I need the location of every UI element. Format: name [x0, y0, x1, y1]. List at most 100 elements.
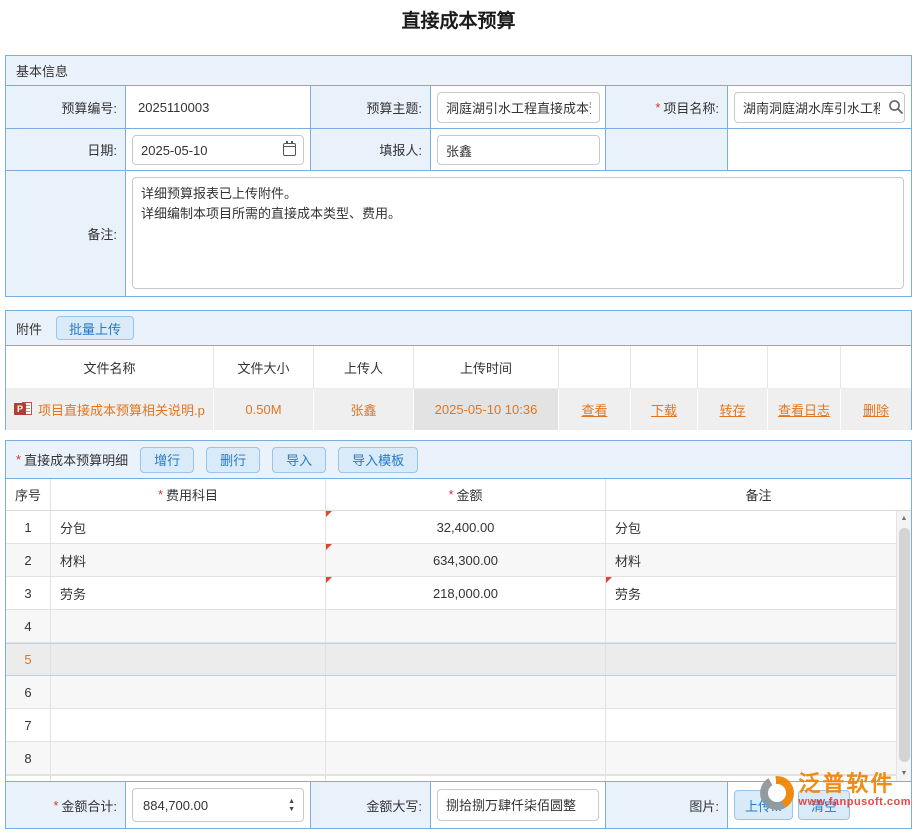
- col-remark: 备注: [606, 479, 911, 510]
- budget-no-value: 2025110003: [126, 86, 311, 128]
- attachments-panel: 附件 批量上传 文件名称 文件大小 上传人 上传时间 P 项目直接成本预算相关说…: [5, 310, 912, 430]
- table-row[interactable]: 1 分包 32,400.00 分包: [6, 511, 896, 544]
- basic-info-section-title: 基本信息: [16, 61, 68, 80]
- stepper-up-icon[interactable]: ▲: [288, 798, 295, 805]
- required-asterisk: *: [16, 452, 21, 467]
- table-row[interactable]: 3 劳务 218,000.00 劳务: [6, 577, 896, 610]
- vendor-brand: 泛普软件: [798, 772, 911, 796]
- basic-row-2: 日期: 填报人:: [6, 129, 911, 171]
- basic-row-remark: 备注: 详细预算报表已上传附件。 详细编制本项目所需的直接成本类型、费用。: [6, 171, 911, 296]
- detail-section-title: 直接成本预算明细: [24, 450, 128, 469]
- col-action-3: [698, 346, 768, 388]
- project-name-cell: [728, 86, 911, 128]
- col-seq: 序号: [6, 479, 51, 510]
- scrollbar-thumb[interactable]: [899, 528, 910, 762]
- action-delete-cell: 删除: [841, 389, 911, 430]
- table-row[interactable]: 7: [6, 709, 896, 742]
- attachments-section-title: 附件: [16, 319, 42, 338]
- search-icon[interactable]: [888, 99, 904, 115]
- col-category: * 费用科目: [51, 479, 326, 510]
- amount-in-words-box: 捌拾捌万肆仟柒佰圆整: [437, 789, 599, 821]
- stepper-arrows: ▲ ▼: [288, 789, 295, 821]
- vendor-watermark: 泛普软件 www.fanpusoft.com: [760, 772, 911, 810]
- edited-corner-marker: [326, 544, 332, 550]
- detail-panel: * 直接成本预算明细 增行 删行 导入 导入模板 序号 * 费用科目 * 金额 …: [5, 440, 912, 829]
- total-amount-label: * 金额合计:: [6, 782, 126, 828]
- budget-no-label: 预算编号:: [6, 86, 126, 128]
- required-asterisk: *: [448, 487, 453, 502]
- batch-upload-button[interactable]: 批量上传: [56, 316, 134, 340]
- view-link[interactable]: 查看: [581, 400, 607, 419]
- col-file-name: 文件名称: [6, 346, 214, 388]
- page: 直接成本预算 基本信息 预算编号: 2025110003 预算主题: * 项目名…: [0, 0, 917, 833]
- delete-link[interactable]: 删除: [863, 400, 889, 419]
- project-name-input[interactable]: [734, 92, 905, 123]
- page-title: 直接成本预算: [0, 6, 917, 33]
- vendor-site: www.fanpusoft.com: [798, 796, 911, 808]
- col-uploader: 上传人: [314, 346, 414, 388]
- stepper-down-icon[interactable]: ▼: [288, 806, 295, 813]
- subject-label: 预算主题:: [311, 86, 431, 128]
- required-asterisk: *: [655, 100, 660, 115]
- col-amount: * 金额: [326, 479, 606, 510]
- image-label: 图片:: [606, 782, 728, 828]
- basic-info-panel: 基本信息 预算编号: 2025110003 预算主题: * 项目名称:: [5, 55, 912, 297]
- transfer-link[interactable]: 转存: [719, 400, 745, 419]
- calendar-icon[interactable]: [283, 143, 296, 156]
- amount-in-words-label: 金额大写:: [311, 782, 431, 828]
- col-action-1: [559, 346, 631, 388]
- required-asterisk: *: [53, 798, 58, 813]
- date-input[interactable]: [132, 135, 304, 165]
- action-transfer-cell: 转存: [698, 389, 768, 430]
- edited-corner-marker: [606, 577, 612, 583]
- table-row[interactable]: 4: [6, 610, 896, 643]
- total-amount-stepper[interactable]: 884,700.00 ▲ ▼: [132, 788, 304, 822]
- file-size: 0.50M: [214, 389, 314, 430]
- edited-corner-marker: [326, 511, 332, 517]
- action-view-cell: 查看: [559, 389, 631, 430]
- attachments-section-header: 附件 批量上传: [6, 311, 911, 346]
- file-upload-time: 2025-05-10 10:36: [414, 389, 559, 430]
- empty-label-cell: [606, 129, 728, 170]
- reporter-cell: [431, 129, 606, 170]
- date-cell: [126, 129, 311, 170]
- file-name-link[interactable]: 项目直接成本预算相关说明.p: [38, 400, 205, 419]
- table-row[interactable]: 6: [6, 676, 896, 709]
- basic-info-section-header: 基本信息: [6, 56, 911, 86]
- table-row-selected[interactable]: 5: [6, 643, 896, 676]
- remark-textarea[interactable]: 详细预算报表已上传附件。 详细编制本项目所需的直接成本类型、费用。: [132, 177, 904, 289]
- empty-value-cell: [728, 129, 911, 170]
- col-upload-time: 上传时间: [414, 346, 559, 388]
- edited-corner-marker: [326, 577, 332, 583]
- file-name-cell: P 项目直接成本预算相关说明.p: [6, 389, 214, 430]
- action-download-cell: 下载: [631, 389, 698, 430]
- delete-row-button[interactable]: 删行: [206, 447, 260, 473]
- import-template-button[interactable]: 导入模板: [338, 447, 418, 473]
- amount-in-words-cell: 捌拾捌万肆仟柒佰圆整: [431, 782, 606, 828]
- view-log-link[interactable]: 查看日志: [778, 400, 830, 419]
- attachment-row: P 项目直接成本预算相关说明.p 0.50M 张鑫 2025-05-10 10:…: [6, 389, 911, 430]
- scroll-up-icon[interactable]: ▲: [897, 511, 911, 526]
- attachments-table-header: 文件名称 文件大小 上传人 上传时间: [6, 346, 911, 389]
- reporter-label: 填报人:: [311, 129, 431, 170]
- detail-section-header: * 直接成本预算明细 增行 删行 导入 导入模板: [6, 441, 911, 479]
- detail-table-header: 序号 * 费用科目 * 金额 备注: [6, 479, 911, 511]
- subject-input[interactable]: [437, 92, 600, 123]
- fanpu-logo-icon: [760, 776, 794, 810]
- basic-row-1: 预算编号: 2025110003 预算主题: * 项目名称:: [6, 86, 911, 129]
- table-row[interactable]: 8: [6, 742, 896, 775]
- download-link[interactable]: 下载: [651, 400, 677, 419]
- import-button[interactable]: 导入: [272, 447, 326, 473]
- reporter-input[interactable]: [437, 135, 600, 165]
- subject-cell: [431, 86, 606, 128]
- add-row-button[interactable]: 增行: [140, 447, 194, 473]
- vertical-scrollbar[interactable]: ▲ ▼: [896, 511, 911, 781]
- action-log-cell: 查看日志: [768, 389, 841, 430]
- col-action-4: [768, 346, 841, 388]
- date-label: 日期:: [6, 129, 126, 170]
- table-row[interactable]: 2 材料 634,300.00 材料: [6, 544, 896, 577]
- remark-label: 备注:: [6, 171, 126, 296]
- remark-cell: 详细预算报表已上传附件。 详细编制本项目所需的直接成本类型、费用。: [126, 171, 911, 296]
- col-action-5: [841, 346, 911, 388]
- project-name-label: * 项目名称:: [606, 86, 728, 128]
